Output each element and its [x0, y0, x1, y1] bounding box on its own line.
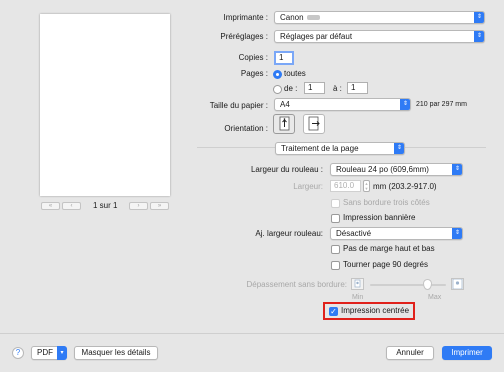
adjust-roll-select[interactable]: Désactivé ⇕ [330, 227, 463, 240]
pdf-label: PDF [37, 348, 53, 357]
orientation-landscape-button[interactable] [303, 114, 325, 134]
chevron-updown-icon: ⇕ [394, 143, 404, 154]
pdf-menu-button[interactable]: PDF ▾ [31, 346, 67, 360]
presets-value: Réglages par défaut [280, 32, 353, 41]
paper-size-label: Taille du papier : [209, 101, 268, 110]
cancel-button[interactable]: Annuler [386, 346, 434, 360]
chevron-updown-icon: ⇕ [400, 99, 410, 110]
overflow-slider-track [370, 284, 446, 286]
overflow-slider-knob [422, 279, 432, 290]
no-margin-label: Pas de marge haut et bas [343, 244, 435, 253]
copies-field[interactable]: 1 [274, 51, 294, 65]
next-page-button[interactable]: › [129, 202, 148, 210]
chevron-updown-icon: ⇕ [474, 31, 484, 42]
printer-name-blur [307, 15, 320, 20]
pages-to-field[interactable]: 1 [347, 82, 368, 94]
overflow-min-icon [351, 278, 364, 290]
borderless-three-sides-label: Sans bordure trois côtés [343, 198, 430, 207]
width-field: 610.0 [330, 180, 361, 192]
prev-page-button[interactable]: ‹ [62, 202, 81, 210]
first-page-button[interactable]: « [41, 202, 60, 210]
banner-label: Impression bannière [343, 213, 416, 222]
chevron-updown-icon: ⇕ [452, 164, 462, 175]
last-page-button[interactable]: » [150, 202, 169, 210]
pages-from-field[interactable]: 1 [304, 82, 325, 94]
printer-select[interactable]: Canon ⇕ [274, 11, 485, 24]
pages-label: Pages : [240, 69, 268, 78]
width-stepper: ▲ ▼ [363, 180, 370, 192]
roll-width-label: Largeur du rouleau : [250, 165, 323, 174]
presets-select[interactable]: Réglages par défaut ⇕ [274, 30, 485, 43]
copies-label: Copies : [238, 53, 268, 62]
rotate-label: Tourner page 90 degrés [343, 260, 428, 269]
presets-label: Préréglages : [220, 32, 268, 41]
section-select[interactable]: Traitement de la page ⇕ [275, 142, 405, 155]
adjust-roll-label: Aj. largeur rouleau: [255, 229, 323, 238]
centered-checkbox[interactable]: ✓ [329, 307, 338, 316]
orientation-label: Orientation : [224, 124, 268, 133]
roll-width-select[interactable]: Rouleau 24 po (609,6mm) ⇕ [330, 163, 463, 176]
help-icon: ? [15, 348, 21, 357]
rotate-checkbox[interactable] [331, 261, 340, 270]
help-button[interactable]: ? [12, 347, 24, 359]
banner-checkbox[interactable] [331, 214, 340, 223]
borderless-three-sides-checkbox [331, 199, 340, 208]
pages-all-label: toutes [284, 69, 306, 78]
width-label: Largeur: [293, 182, 323, 191]
no-margin-checkbox[interactable] [331, 245, 340, 254]
printer-value: Canon [280, 13, 304, 22]
pages-to-label: à : [333, 84, 342, 93]
pages-all-radio[interactable] [273, 70, 282, 79]
pages-from-label: de : [284, 84, 298, 93]
width-range: mm (203.2-917.0) [373, 182, 437, 191]
overflow-max-label: Max [428, 294, 442, 301]
section-value: Traitement de la page [281, 144, 359, 153]
overflow-max-icon [451, 278, 464, 290]
printer-label: Imprimante : [223, 13, 268, 22]
roll-width-value: Rouleau 24 po (609,6mm) [336, 165, 429, 174]
pages-range-radio[interactable] [273, 85, 282, 94]
chevron-updown-icon: ⇕ [474, 12, 484, 23]
page-preview [40, 14, 170, 196]
chevron-down-icon: ▾ [57, 346, 67, 360]
paper-dimensions: 210 par 297 mm [416, 101, 467, 108]
chevron-updown-icon: ⇕ [452, 228, 462, 239]
hide-details-button[interactable]: Masquer les détails [74, 346, 158, 360]
portrait-icon [279, 116, 290, 131]
centered-label: Impression centrée [341, 306, 410, 315]
landscape-icon [308, 116, 320, 131]
footer-separator [0, 333, 504, 334]
adjust-roll-value: Désactivé [336, 229, 372, 238]
orientation-portrait-button[interactable] [273, 114, 295, 134]
page-count: 1 sur 1 [93, 201, 118, 210]
paper-size-value: A4 [280, 100, 290, 109]
overflow-label: Dépassement sans bordure: [246, 280, 348, 289]
paper-size-select[interactable]: A4 ⇕ [274, 98, 411, 111]
print-button[interactable]: Imprimer [442, 346, 492, 360]
